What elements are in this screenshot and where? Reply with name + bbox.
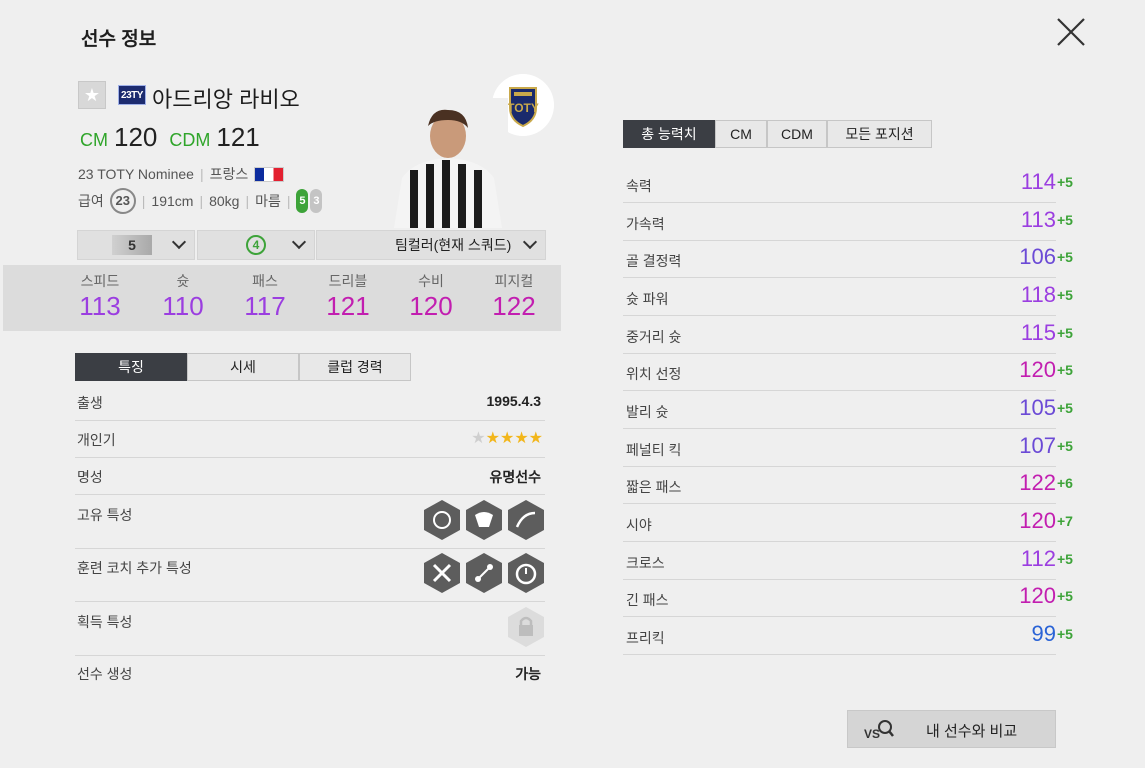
tab-club-history[interactable]: 클럽 경력 <box>299 353 411 381</box>
stat-row: 프리킥 99 +5 <box>623 618 1073 655</box>
summary-stat: 피지컬 122 <box>492 273 536 321</box>
info-row-birth: 출생 1995.4.3 <box>75 393 545 421</box>
trait-icon[interactable] <box>465 499 503 541</box>
svg-text:VS: VS <box>864 727 880 741</box>
stat-row: 시야 120 +7 <box>623 505 1073 542</box>
compare-button-label: 내 선수와 비교 <box>926 723 1018 740</box>
position-tabs: 총 능력치 CM CDM 모든 포지션 <box>623 120 932 148</box>
player-name: 아드리앙 라비오 <box>152 87 300 112</box>
stat-row: 가속력 113 +5 <box>623 204 1073 241</box>
info-row-acquired-traits: 획득 특성 <box>75 607 545 656</box>
chevron-down-icon <box>291 234 307 250</box>
trait-icon[interactable] <box>465 552 503 594</box>
compare-button[interactable]: VS 내 선수와 비교 <box>847 710 1056 748</box>
position-label: CDM <box>169 130 211 150</box>
stat-row: 페널티 킥 107 +5 <box>623 430 1073 467</box>
page-title: 선수 정보 <box>81 29 157 50</box>
stat-row: 긴 패스 120 +5 <box>623 580 1073 617</box>
france-flag-icon <box>254 166 285 182</box>
trait-icon[interactable] <box>423 499 461 541</box>
enhance-level-select[interactable]: 5 <box>77 230 195 260</box>
tab-all-positions[interactable]: 모든 포지션 <box>827 120 932 148</box>
left-foot-icon: 5 <box>296 189 309 213</box>
stat-row: 크로스 112 +5 <box>623 543 1073 580</box>
trait-icon[interactable] <box>423 552 461 594</box>
player-meta-2: 급여 23 | 191cm | 80kg | 마름 | 5 3 <box>78 188 323 214</box>
info-tabs: 특징 시세 클럽 경력 <box>75 353 411 381</box>
summary-stat: 수비 120 <box>409 273 453 321</box>
body-type: 마름 <box>255 193 281 209</box>
stat-row: 중거리 슛 115 +5 <box>623 317 1073 354</box>
height: 191cm <box>151 193 194 209</box>
tab-total-stats[interactable]: 총 능력치 <box>623 120 715 148</box>
info-row-unique-traits: 고유 특성 <box>75 500 545 549</box>
position-ratings: CM 120 CDM 121 <box>80 122 266 153</box>
position-ovr: 121 <box>216 122 260 152</box>
tab-price[interactable]: 시세 <box>187 353 299 381</box>
stat-row: 발리 슛 105 +5 <box>623 392 1073 429</box>
tab-cm[interactable]: CM <box>715 120 767 148</box>
stat-row: 슛 파워 118 +5 <box>623 279 1073 316</box>
salary-label: 급여 <box>78 193 104 209</box>
trait-icon[interactable] <box>507 552 545 594</box>
info-row-coach-traits: 훈련 코치 추가 특성 <box>75 553 545 602</box>
position-ovr: 120 <box>114 122 158 152</box>
nation: 프랑스 <box>209 166 249 182</box>
stat-row: 위치 선정 120 +5 <box>623 354 1073 391</box>
summary-stat: 슛 110 <box>162 273 204 321</box>
chevron-down-icon <box>171 234 187 250</box>
summary-stats: 스피드 113 슛 110 패스 117 드리블 121 수비 120 피지컬 … <box>3 265 561 331</box>
compare-icon: VS <box>864 720 894 741</box>
position-label: CM <box>80 130 108 150</box>
enhance-level-value: 5 <box>112 235 152 255</box>
close-icon[interactable] <box>1053 14 1089 50</box>
popularity-stars: ★★★★★ <box>471 430 543 447</box>
right-foot-icon: 3 <box>310 189 323 213</box>
season-name: 23 TOTY Nominee <box>78 166 194 182</box>
teamcolor-select[interactable]: 팀컬러(현재 스쿼드) <box>316 230 546 260</box>
svg-text:TOTY: TOTY <box>507 101 539 115</box>
stat-row: 골 결정력 106 +5 <box>623 241 1073 278</box>
stat-row: 짧은 패스 122 +6 <box>623 467 1073 504</box>
summary-stat: 스피드 113 <box>79 273 121 321</box>
favorite-star-icon[interactable]: ★ <box>78 81 106 109</box>
info-row-popularity: 개인기 ★★★★★ <box>75 430 545 458</box>
player-meta-1: 23 TOTY Nominee | 프랑스 <box>78 164 285 184</box>
stat-row: 속력 114 +5 <box>623 166 1073 203</box>
info-row-fame: 명성 유명선수 <box>75 467 545 495</box>
summary-stat: 패스 117 <box>244 273 286 321</box>
salary-badge: 23 <box>109 188 136 214</box>
player-photo <box>384 98 508 228</box>
info-row-generate: 선수 생성 가능 <box>77 666 541 682</box>
chevron-down-icon <box>522 234 538 250</box>
tab-cdm[interactable]: CDM <box>767 120 827 148</box>
tab-traits[interactable]: 특징 <box>75 353 187 381</box>
lock-icon <box>508 607 544 647</box>
trait-icon[interactable] <box>507 499 545 541</box>
teamcolor-value: 팀컬러(현재 스쿼드) <box>395 237 512 253</box>
training-level-value: 4 <box>246 235 266 255</box>
season-badge: 23TY <box>118 85 146 105</box>
weight: 80kg <box>209 193 240 209</box>
summary-stat: 드리블 121 <box>326 273 370 321</box>
training-level-select[interactable]: 4 <box>197 230 315 260</box>
